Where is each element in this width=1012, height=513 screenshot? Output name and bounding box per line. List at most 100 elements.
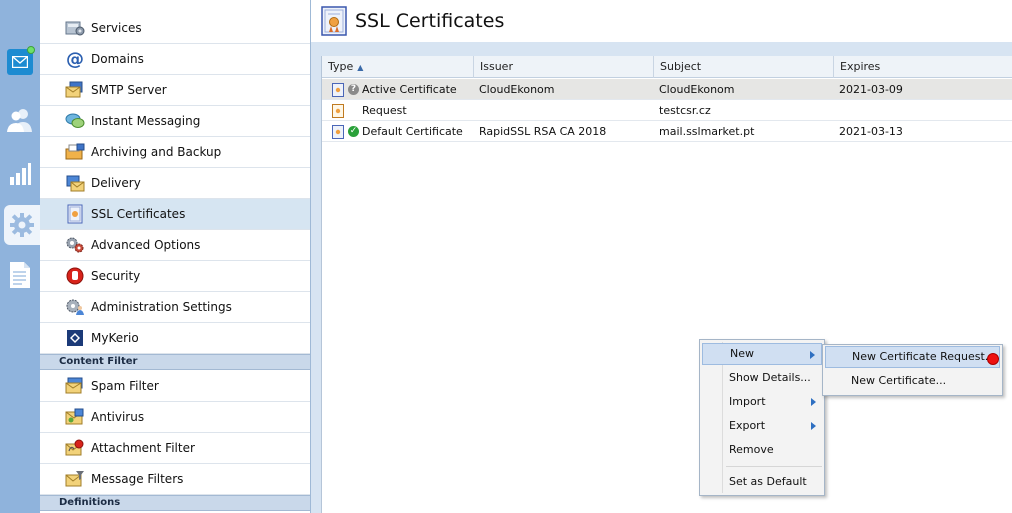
table-row[interactable]: ? Active Certificate CloudEkonom CloudEk… — [322, 79, 1012, 100]
new-submenu: New Certificate Request... New Certifica… — [822, 344, 1003, 396]
smtp-server-icon — [65, 80, 85, 100]
bar-chart-icon — [10, 163, 31, 185]
table-row[interactable]: Request testcsr.cz — [322, 100, 1012, 121]
nav-item-security[interactable]: Security — [40, 261, 310, 292]
certificate-icon — [65, 204, 85, 224]
menu-item-remove[interactable]: Remove — [702, 439, 822, 461]
gears-icon — [65, 235, 85, 255]
rail-configuration[interactable] — [4, 205, 40, 245]
nav-item-mykerio[interactable]: MyKerio — [40, 323, 310, 354]
nav-item-ssl-certificates[interactable]: SSL Certificates — [40, 199, 310, 230]
column-header-label: Subject — [660, 60, 702, 73]
services-icon — [65, 18, 85, 38]
nav-item-spam-filter[interactable]: Spam Filter — [40, 371, 310, 402]
check-status-icon: ✓ — [348, 126, 359, 137]
delivery-icon — [65, 173, 85, 193]
submenu-arrow-icon — [810, 351, 815, 359]
nav-item-services[interactable]: Services — [40, 13, 310, 44]
certificate-request-icon — [332, 104, 344, 118]
certificate-icon — [332, 125, 344, 139]
cell-subject: mail.sslmarket.pt — [659, 125, 755, 138]
nav-label: Attachment Filter — [91, 441, 195, 455]
nav-label: Advanced Options — [91, 238, 201, 252]
column-header-issuer[interactable]: Issuer — [474, 56, 654, 78]
menu-item-set-as-default[interactable]: Set as Default — [702, 471, 822, 493]
table-row[interactable]: ✓ Default Certificate RapidSSL RSA CA 20… — [322, 121, 1012, 142]
column-header-type[interactable]: Type ▲ — [322, 56, 474, 78]
archive-icon — [65, 142, 85, 162]
nav-label: SSL Certificates — [91, 207, 186, 221]
cell-subject: testcsr.cz — [659, 104, 711, 117]
menu-item-export[interactable]: Export — [702, 415, 822, 437]
cell-type: Default Certificate — [362, 125, 463, 138]
menu-item-show-details[interactable]: Show Details... — [702, 367, 822, 389]
column-header-subject[interactable]: Subject — [654, 56, 834, 78]
context-menu: New Show Details... Import Export Remove… — [699, 339, 825, 496]
stop-hand-icon — [65, 266, 85, 286]
nav-item-administration-settings[interactable]: Administration Settings — [40, 292, 310, 323]
column-header-label: Expires — [840, 60, 881, 73]
nav-item-domains[interactable]: @ Domains — [40, 44, 310, 75]
nav-label: Spam Filter — [91, 379, 159, 393]
menu-item-label: Show Details... — [729, 371, 811, 384]
nav-label: Message Filters — [91, 472, 184, 486]
mykerio-icon — [65, 328, 85, 348]
question-status-icon: ? — [348, 84, 359, 95]
menu-separator — [726, 466, 822, 467]
content-filter-header: Content Filter — [40, 354, 310, 370]
nav-label: Antivirus — [91, 410, 145, 424]
nav-label: Delivery — [91, 176, 141, 190]
rail-logs[interactable] — [0, 255, 40, 295]
nav-label: Domains — [91, 52, 144, 66]
nav-item-attachment-filter[interactable]: Attachment Filter — [40, 433, 310, 464]
menu-item-label: Import — [729, 395, 766, 408]
chat-bubbles-icon — [65, 111, 85, 131]
menu-item-import[interactable]: Import — [702, 391, 822, 413]
cell-type: Active Certificate — [362, 83, 457, 96]
menu-item-label: Export — [729, 419, 766, 432]
page-title: SSL Certificates — [355, 10, 505, 32]
menu-item-new-certificate-request[interactable]: New Certificate Request... — [825, 346, 1000, 368]
menu-item-label: New — [730, 347, 754, 360]
config-navigation: Services @ Domains SMTP Server Instant M… — [40, 0, 311, 513]
rail-mail[interactable] — [0, 42, 40, 82]
cell-type: Request — [362, 104, 407, 117]
nav-item-smtp-server[interactable]: SMTP Server — [40, 75, 310, 106]
document-icon — [10, 262, 30, 288]
nav-item-antivirus[interactable]: Antivirus — [40, 402, 310, 433]
cell-issuer: CloudEkonom — [479, 83, 555, 96]
submenu-arrow-icon — [811, 422, 816, 430]
app-rail — [0, 0, 40, 513]
online-status-dot — [27, 46, 35, 54]
column-header-label: Issuer — [480, 60, 513, 73]
grid-header: Type ▲ Issuer Subject Expires — [322, 56, 1012, 78]
cell-issuer: RapidSSL RSA CA 2018 — [479, 125, 607, 138]
sort-ascending-icon: ▲ — [357, 63, 364, 72]
main-panel: SSL Certificates Type ▲ Issuer Subject Ex… — [311, 0, 1012, 513]
message-filters-icon — [65, 469, 85, 489]
cursor-marker-icon — [987, 353, 999, 365]
column-header-expires[interactable]: Expires — [834, 56, 1012, 78]
menu-item-label: New Certificate Request... — [852, 350, 996, 363]
definitions-header: Definitions — [40, 495, 310, 511]
cell-subject: CloudEkonom — [659, 83, 735, 96]
menu-item-label: Set as Default — [729, 475, 807, 488]
nav-item-advanced-options[interactable]: Advanced Options — [40, 230, 310, 261]
nav-item-message-filters[interactable]: Message Filters — [40, 464, 310, 495]
menu-item-new-certificate[interactable]: New Certificate... — [825, 370, 1000, 392]
admin-settings-icon — [65, 297, 85, 317]
nav-label: MyKerio — [91, 331, 139, 345]
antivirus-icon — [65, 407, 85, 427]
nav-item-archiving-backup[interactable]: Archiving and Backup — [40, 137, 310, 168]
nav-item-instant-messaging[interactable]: Instant Messaging — [40, 106, 310, 137]
rail-users[interactable] — [0, 100, 40, 140]
nav-label: Services — [91, 21, 142, 35]
gear-icon — [10, 213, 34, 237]
menu-item-new[interactable]: New — [702, 343, 822, 365]
content-frame: Type ▲ Issuer Subject Expires ? Active Ce… — [311, 42, 1012, 513]
users-icon — [7, 109, 32, 132]
rail-statistics[interactable] — [0, 154, 40, 194]
nav-item-delivery[interactable]: Delivery — [40, 168, 310, 199]
at-icon: @ — [66, 48, 84, 70]
certificates-grid: Type ▲ Issuer Subject Expires ? Active Ce… — [321, 56, 1012, 513]
